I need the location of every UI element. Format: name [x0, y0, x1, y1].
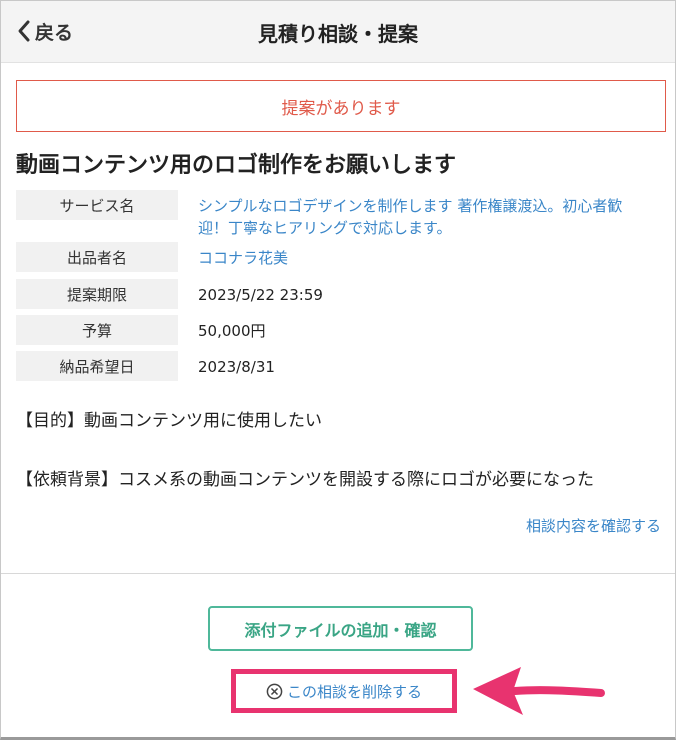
divider [1, 573, 675, 574]
background-text: 【依頼背景】コスメ系の動画コンテンツを開設する際にロゴが必要になった [16, 470, 594, 490]
info-row-service: サービス名 シンプルなロゴデザインを制作します 著作権譲渡込。初心者歓 迎！丁寧… [16, 190, 666, 242]
deadline-value: 2023/5/22 23:59 [198, 286, 323, 304]
proposal-banner[interactable]: 提案があります [16, 80, 666, 132]
seller-name-link[interactable]: ココナラ花美 [198, 247, 288, 269]
circle-x-icon [266, 683, 283, 699]
info-row-seller: 出品者名 ココナラ花美 [16, 242, 666, 272]
purpose-text: 【目的】動画コンテンツ用に使用したい [16, 411, 322, 431]
attach-files-label: 添付ファイルの追加・確認 [244, 620, 437, 640]
info-row-budget: 予算 50,000円 [16, 315, 666, 345]
service-name-link[interactable]: シンプルなロゴデザインを制作します 著作権譲渡込。初心者歓 迎！丁寧なヒアリング… [198, 195, 622, 239]
page-title: 見積り相談・提案 [258, 22, 418, 46]
info-label: 納品希望日 [16, 351, 178, 381]
info-label: サービス名 [16, 190, 178, 220]
info-row-deadline: 提案期限 2023/5/22 23:59 [16, 279, 666, 309]
annotation-arrow-icon [473, 667, 605, 715]
info-label: 予算 [16, 315, 178, 345]
info-label: 出品者名 [16, 242, 178, 272]
info-row-delivery: 納品希望日 2023/8/31 [16, 351, 666, 381]
attach-files-button[interactable]: 添付ファイルの追加・確認 [208, 606, 473, 651]
delivery-date-value: 2023/8/31 [198, 358, 275, 376]
delete-consultation-label: この相談を削除する [286, 682, 422, 701]
request-title: 動画コンテンツ用のロゴ制作をお願いします [16, 153, 457, 178]
budget-value: 50,000円 [198, 322, 266, 340]
proposal-banner-text: 提案があります [281, 98, 401, 119]
app-frame: 戻る 見積り相談・提案 提案があります 動画コンテンツ用のロゴ制作をお願いします… [0, 0, 676, 740]
service-name-line2: 迎！丁寧なヒアリングで対応します。 [198, 219, 452, 237]
info-label: 提案期限 [16, 279, 178, 309]
service-name-line1: シンプルなロゴデザインを制作します 著作権譲渡込。初心者歓 [198, 197, 623, 215]
navigation-bar: 戻る 見積り相談・提案 [1, 1, 675, 63]
confirm-consultation-link[interactable]: 相談内容を確認する [526, 515, 661, 536]
delete-consultation-link[interactable]: この相談を削除する [237, 675, 451, 707]
